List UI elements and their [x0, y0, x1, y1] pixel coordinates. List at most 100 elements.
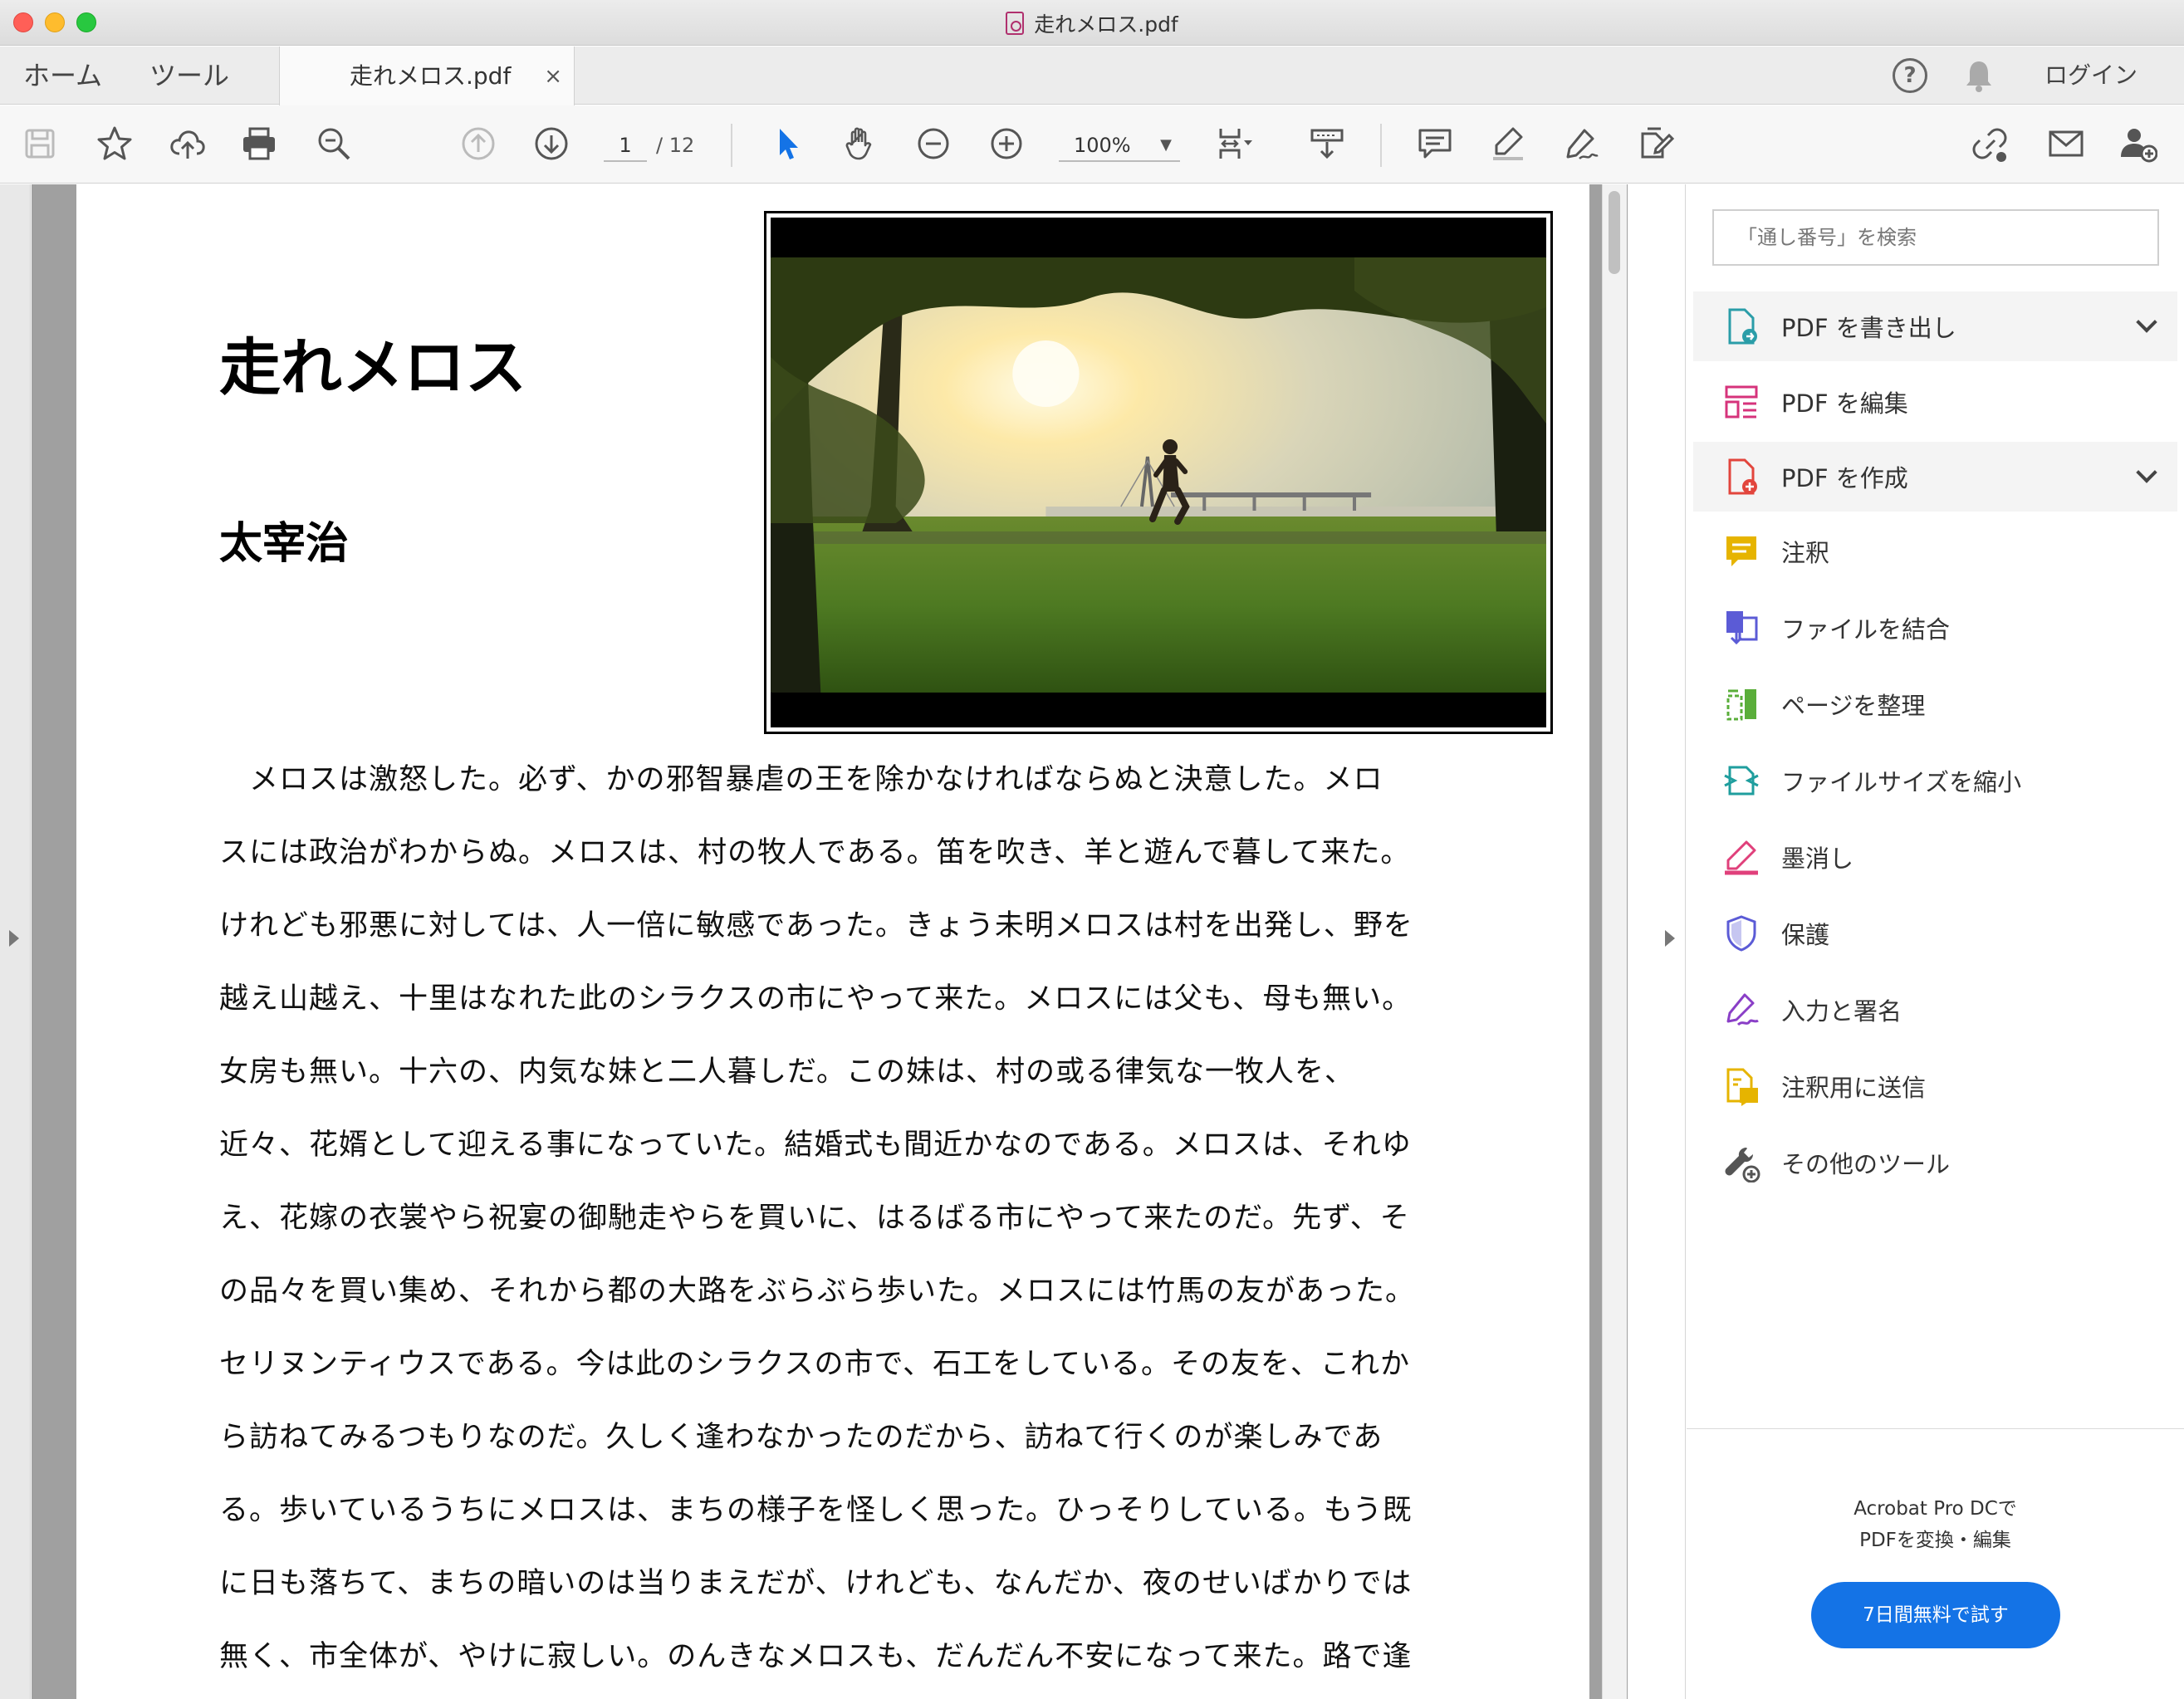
body-line: え、花嫁の衣裳やら祝宴の御馳走やらを買いに、はるばる市にやって来たのだ。先ず、そ [219, 1202, 1410, 1235]
page-total: / 12 [656, 134, 695, 157]
tool-label: ページを整理 [1781, 692, 1926, 720]
chevron-down-icon[interactable] [2136, 311, 2157, 333]
body-line: 近々、花婿として迎える事になっていた。結婚式も間近かなのである。メロスは、それゆ [219, 1129, 1412, 1162]
tool-redact[interactable]: 墨消し [1693, 822, 2177, 892]
print-button[interactable] [237, 122, 281, 165]
document-photo [764, 211, 1553, 734]
scrollbar-thumb[interactable] [1609, 191, 1620, 274]
tab-tools[interactable]: ツール [149, 47, 229, 105]
fit-page-icon [1219, 129, 1252, 159]
free-trial-button[interactable]: 7日間無料で試す [1811, 1582, 2060, 1648]
tool-send-for-comments[interactable]: 注釈用に送信 [1693, 1051, 2177, 1121]
chevron-down-icon: ▼ [1160, 136, 1172, 154]
previous-page-button[interactable] [457, 122, 500, 165]
body-line: る。歩いているうちにメロスは、まちの様子を怪しく思った。ひっそりしている。もう既 [219, 1494, 1413, 1527]
save-button[interactable] [18, 122, 61, 165]
tool-label: 保護 [1781, 921, 1830, 949]
page-fit-button[interactable] [1212, 122, 1256, 165]
close-tab-icon[interactable]: × [544, 47, 562, 106]
hand-tool-button[interactable] [839, 122, 882, 165]
zoom-level-select[interactable]: 100% ▼ [1059, 129, 1180, 162]
tool-compress[interactable]: ファイルサイズを縮小 [1693, 746, 2177, 815]
bookmark-button[interactable] [93, 122, 136, 165]
window-title: 走れメロス.pdf [0, 0, 2184, 46]
window-titlebar: 走れメロス.pdf [0, 0, 2184, 46]
tool-export-pdf[interactable]: PDF を書き出し [1693, 291, 2177, 361]
plus-circle-icon [991, 128, 1022, 159]
zoom-level-value: 100% [1074, 134, 1131, 157]
envelope-icon [2049, 130, 2084, 157]
next-page-button[interactable] [530, 122, 573, 165]
highlighter-icon [1493, 127, 1523, 160]
body-line: 女房も無い。十六の、内気な妹と二人暮しだ。この妹は、村の或る律気な一牧人を、 [219, 1055, 1354, 1089]
help-icon[interactable]: ? [1893, 58, 1927, 93]
add-user-button[interactable] [2116, 122, 2159, 165]
toolbar-divider [1380, 124, 1382, 167]
document-scrollbar[interactable] [1602, 184, 1627, 1699]
login-button[interactable]: ログイン [2044, 47, 2137, 105]
comment-icon [1726, 536, 1756, 566]
find-button[interactable] [312, 122, 355, 165]
body-line: けれども邪悪に対しては、人一倍に敏感であった。きょう未明メロスは村を出発し、野を [219, 909, 1413, 943]
zoom-out-button[interactable] [912, 122, 955, 165]
edit-pdf-icon [1725, 385, 1758, 419]
tool-organize-pages[interactable]: ページを整理 [1693, 669, 2177, 739]
promo-text: Acrobat Pro DCで PDFを変換・編集 [1687, 1493, 2184, 1556]
highlight-tool-button[interactable] [1486, 122, 1530, 165]
tab-home[interactable]: ホーム [23, 47, 102, 105]
cursor-arrow-icon [780, 129, 798, 159]
arrow-down-circle-icon [535, 127, 568, 160]
body-line: 無く、市全体が、やけに寂しい。のんきなメロスも、だんだん不安になって来た。路で逢 [219, 1640, 1413, 1673]
body-line: 越え山越え、十里はなれた此のシラクスの市にやって来た。メロスには父も、母も無い。 [219, 982, 1413, 1016]
document-author: 太宰治 [219, 519, 350, 569]
save-icon [25, 129, 55, 159]
scroll-mode-icon [1310, 129, 1344, 159]
body-line: メロスは激怒した。必ず、かの邪智暴虐の王を除かなければならぬと決意した。メロ [219, 763, 1383, 796]
fill-sign-icon [1726, 993, 1759, 1026]
tool-comment[interactable]: 注釈 [1693, 517, 2177, 586]
email-button[interactable] [2044, 122, 2088, 165]
body-line: の品々を買い集め、それから都の大路をぶらぶら歩いた。メロスには竹馬の友があった。 [219, 1275, 1416, 1308]
tool-edit-pdf[interactable]: PDF を編集 [1693, 367, 2177, 437]
tools-search-input[interactable]: 「通し番号」を検索 [1712, 209, 2159, 266]
promo-line: PDFを変換・編集 [1859, 1530, 2011, 1551]
tool-protect[interactable]: 保護 [1693, 898, 2177, 968]
tab-bar: ホーム ツール 走れメロス.pdf × ? ログイン [0, 47, 2184, 105]
arrow-up-circle-icon [462, 127, 495, 160]
export-pdf-icon [1728, 308, 1757, 345]
pen-sign-icon [1566, 129, 1599, 159]
chevron-down-icon[interactable] [2136, 462, 2157, 483]
tool-label: 入力と署名 [1781, 997, 1902, 1026]
right-panel-toggle[interactable] [1628, 184, 1686, 1699]
link-icon [1972, 128, 2007, 162]
page-number-input[interactable]: 1 [604, 129, 647, 162]
upload-button[interactable] [166, 122, 209, 165]
tool-label: PDF を作成 [1781, 464, 1908, 492]
tool-combine-files[interactable]: ファイルを結合 [1693, 593, 2177, 663]
hand-icon [845, 127, 872, 160]
share-link-button[interactable] [1968, 122, 2011, 165]
protect-icon [1726, 915, 1756, 952]
tool-label: PDF を編集 [1781, 389, 1908, 418]
tool-create-pdf[interactable]: PDF を作成 [1693, 442, 2177, 512]
window-title-text: 走れメロス.pdf [1034, 12, 1178, 37]
tools-panel: 「通し番号」を検索 PDF を書き出し PDF を編集 PDF を作成 注釈 フ… [1687, 184, 2184, 1699]
comment-tool-button[interactable] [1413, 122, 1457, 165]
tab-document[interactable]: 走れメロス.pdf × [279, 47, 575, 105]
notification-bell-icon[interactable] [1965, 58, 1993, 93]
combine-files-icon [1726, 611, 1758, 645]
tool-fill-sign[interactable]: 入力と署名 [1693, 975, 2177, 1045]
tool-more-tools[interactable]: その他のツール [1693, 1128, 2177, 1197]
left-panel-toggle[interactable] [0, 184, 31, 1699]
scroll-mode-button[interactable] [1305, 122, 1349, 165]
tool-label: ファイルを結合 [1781, 615, 1951, 644]
create-pdf-icon [1728, 458, 1757, 495]
zoom-in-button[interactable] [985, 122, 1028, 165]
more-tools-icon [1725, 1148, 1760, 1182]
fill-sign-tool-button[interactable] [1633, 122, 1676, 165]
document-title: 走れメロス [219, 332, 526, 404]
draw-tool-button[interactable] [1560, 122, 1603, 165]
body-line: に日も落ちて、まちの暗いのは当りまえだが、けれども、なんだか、夜のせいばかりでは [219, 1567, 1413, 1600]
select-tool-button[interactable] [766, 122, 809, 165]
cloud-upload-icon [170, 130, 205, 159]
